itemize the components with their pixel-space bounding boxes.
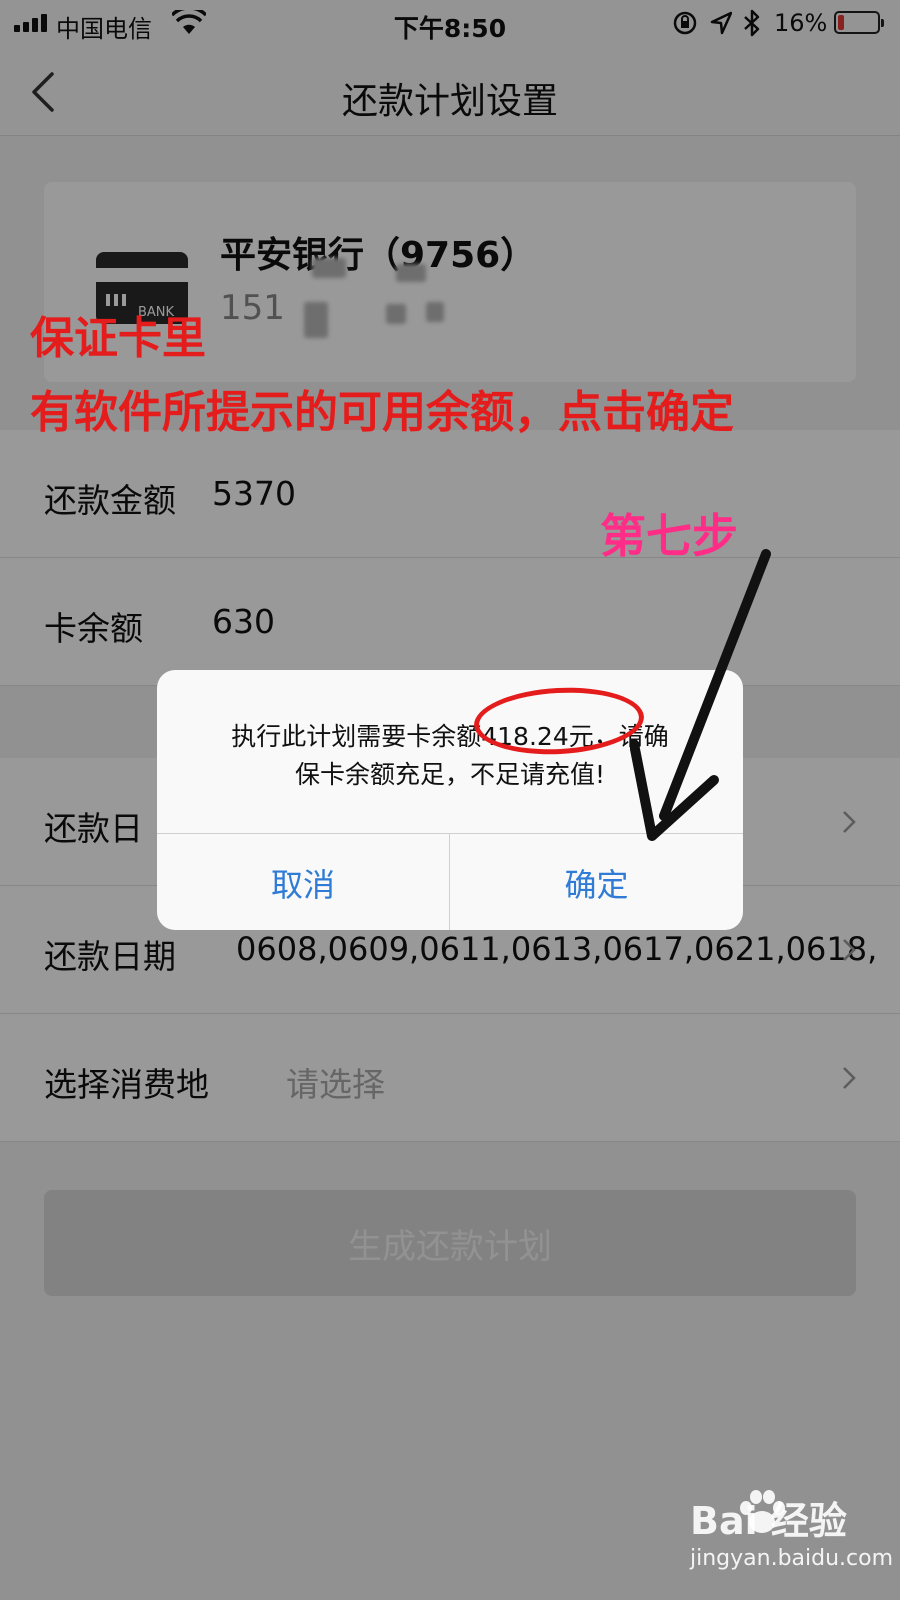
- annotation-line2: 有软件所提示的可用余额，点击确定: [30, 387, 734, 438]
- annotation-line1: 保证卡里: [30, 313, 206, 364]
- paw-logo-icon: [740, 1490, 785, 1533]
- cancel-button[interactable]: 取消: [157, 834, 450, 930]
- pointer-arrow-icon: [630, 549, 771, 841]
- baidu-watermark: Bai 经验 jingyan.baidu.com: [690, 1488, 894, 1588]
- watermark-url: jingyan.baidu.com: [690, 1546, 894, 1571]
